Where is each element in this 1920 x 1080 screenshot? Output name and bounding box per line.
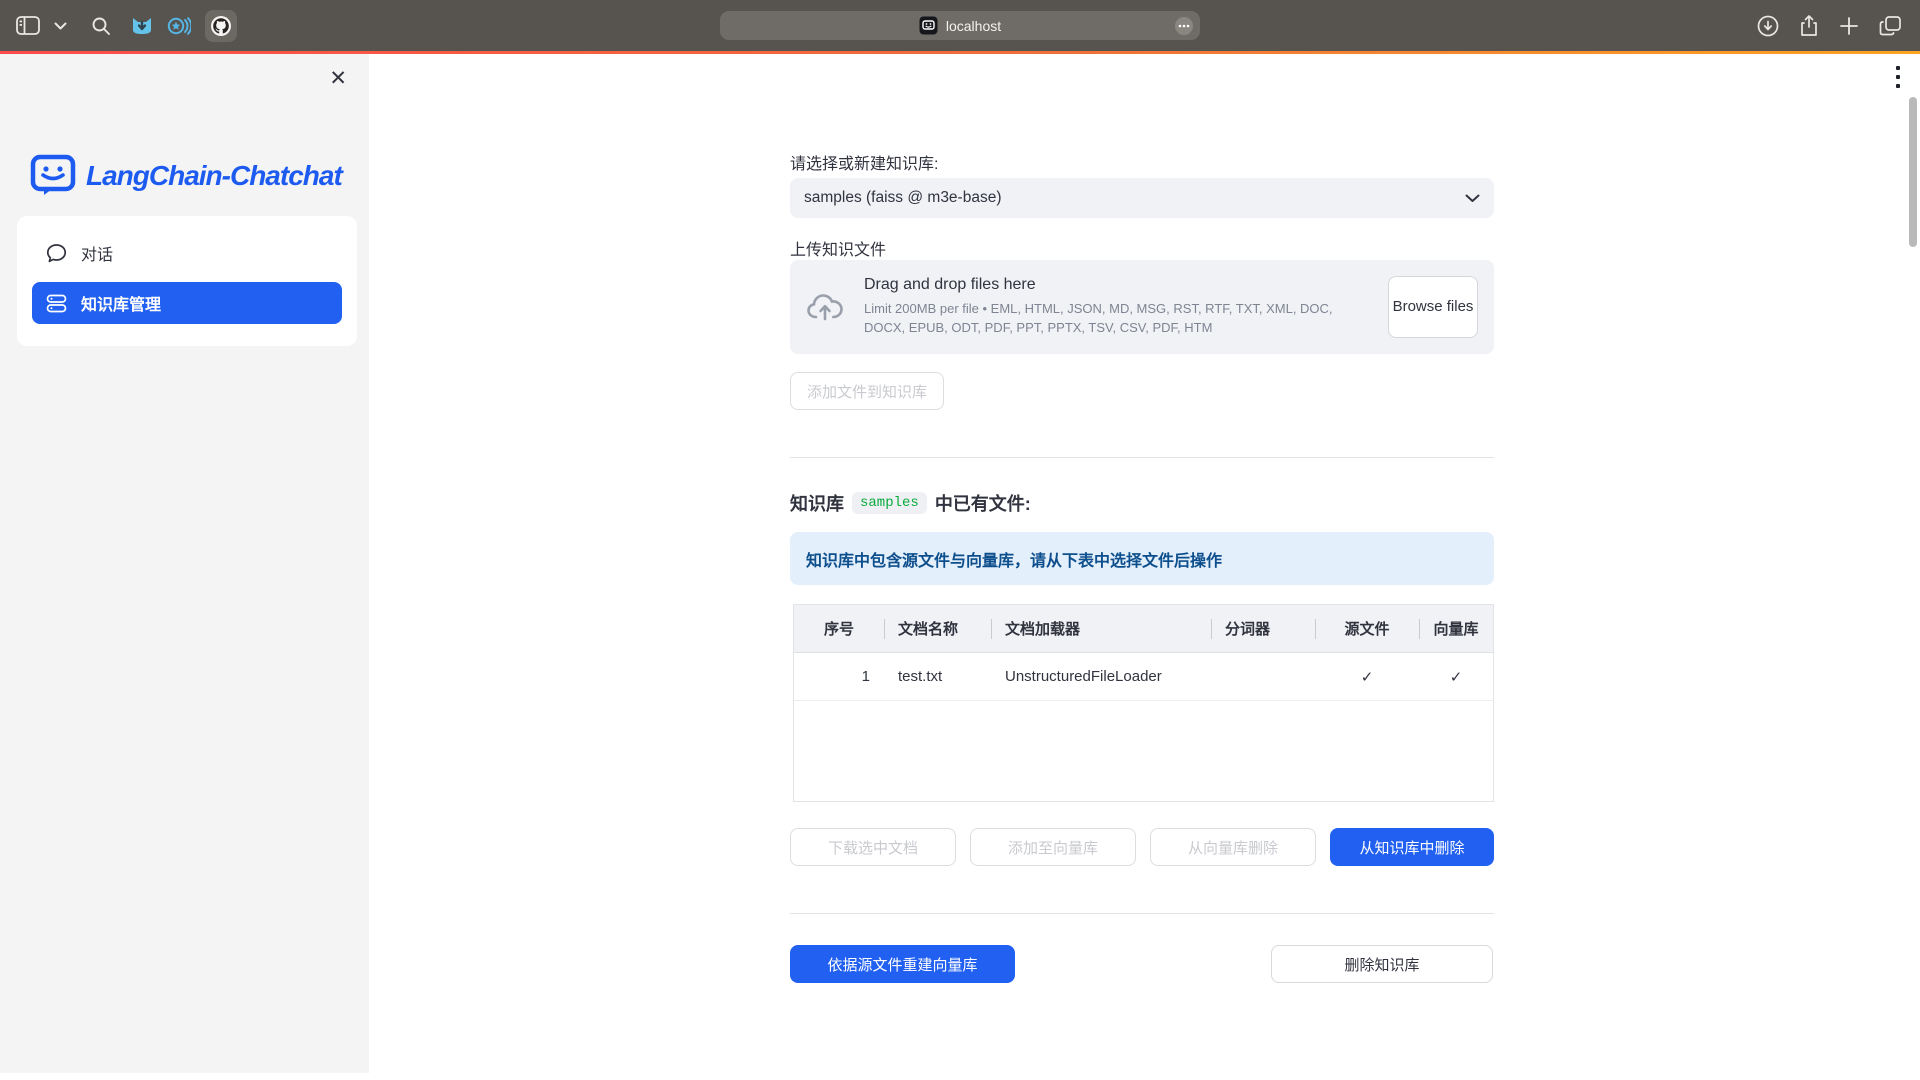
col-header-index: 序号 <box>794 605 884 652</box>
kb-selected-value: samples (faiss @ m3e-base) <box>804 189 1465 207</box>
kb-selectbox[interactable]: samples (faiss @ m3e-base) <box>790 178 1494 218</box>
rings-extension-icon[interactable] <box>167 15 191 37</box>
cell-loader: UnstructuredFileLoader <box>991 653 1211 700</box>
cell-name: test.txt <box>884 653 991 700</box>
delete-from-kb-button[interactable]: 从知识库中删除 <box>1330 828 1494 866</box>
scrollbar-thumb[interactable] <box>1909 97 1917 247</box>
browser-toolbar: localhost <box>0 0 1920 51</box>
table-row[interactable]: 1 test.txt UnstructuredFileLoader ✓ ✓ <box>794 653 1493 701</box>
add-files-to-kb-button[interactable]: 添加文件到知识库 <box>790 372 944 410</box>
info-banner: 知识库中包含源文件与向量库，请从下表中选择文件后操作 <box>790 532 1494 585</box>
delete-from-vectorstore-button[interactable]: 从向量库删除 <box>1150 828 1316 866</box>
dropzone-text: Drag and drop files here Limit 200MB per… <box>864 276 1334 338</box>
app-logo: LangChain-Chatchat <box>30 154 342 198</box>
sidebar-item-label: 对话 <box>81 241 113 265</box>
dropzone-title: Drag and drop files here <box>864 276 1334 294</box>
sidebar: ✕ LangChain-Chatchat 对话 知识库管理 <box>0 54 369 1073</box>
sidebar-toggle-icon[interactable] <box>16 16 40 35</box>
github-extension-icon[interactable] <box>205 10 237 42</box>
col-header-vector: 向量库 <box>1419 605 1493 652</box>
new-tab-icon[interactable] <box>1839 16 1859 36</box>
browse-files-button[interactable]: Browse files <box>1388 276 1478 338</box>
download-manager-extension-icon[interactable] <box>131 15 153 37</box>
col-header-loader: 文档加载器 <box>991 605 1211 652</box>
app-menu-kebab-icon[interactable] <box>1891 66 1905 88</box>
cell-index: 1 <box>794 653 884 700</box>
sidebar-chevron-icon[interactable] <box>54 22 67 30</box>
sidebar-close-icon[interactable]: ✕ <box>329 68 347 89</box>
kb-files-table: 序号 文档名称 文档加载器 分词器 源文件 向量库 1 test.txt Uns… <box>793 604 1494 802</box>
search-icon[interactable] <box>91 16 111 36</box>
cell-source-check: ✓ <box>1315 653 1419 700</box>
kb-name-code: samples <box>852 492 927 514</box>
delete-kb-button[interactable]: 删除知识库 <box>1271 945 1493 983</box>
chevron-down-icon <box>1465 194 1480 203</box>
main-content: 请选择或新建知识库: samples (faiss @ m3e-base) 上传… <box>790 54 1494 1080</box>
add-to-vectorstore-button[interactable]: 添加至向量库 <box>970 828 1136 866</box>
toolbar-right-group <box>1757 0 1902 51</box>
col-header-name: 文档名称 <box>884 605 991 652</box>
upload-label: 上传知识文件 <box>790 236 886 260</box>
table-header-row: 序号 文档名称 文档加载器 分词器 源文件 向量库 <box>794 605 1493 653</box>
toolbar-left-group <box>16 0 237 51</box>
info-banner-text: 知识库中包含源文件与向量库，请从下表中选择文件后操作 <box>806 547 1222 571</box>
site-favicon <box>919 16 938 35</box>
screen: localhost ✕ <box>0 0 1920 1080</box>
page-download-icon[interactable] <box>1757 15 1779 37</box>
share-icon[interactable] <box>1799 14 1819 38</box>
divider <box>790 913 1494 914</box>
address-bar[interactable]: localhost <box>720 11 1200 40</box>
kb-select-label: 请选择或新建知识库: <box>790 150 938 174</box>
rebuild-vectorstore-button[interactable]: 依据源文件重建向量库 <box>790 945 1015 983</box>
address-url: localhost <box>946 18 1001 34</box>
file-dropzone[interactable]: Drag and drop files here Limit 200MB per… <box>790 260 1494 354</box>
logo-smiley-icon <box>30 154 76 198</box>
cell-vector-check: ✓ <box>1419 653 1493 700</box>
sidebar-item-label: 知识库管理 <box>81 291 161 315</box>
sidebar-nav: 对话 知识库管理 <box>17 216 357 346</box>
extensions-menu-icon[interactable] <box>1175 17 1193 35</box>
sidebar-item-kb-management[interactable]: 知识库管理 <box>32 282 342 324</box>
heading-prefix: 知识库 <box>790 490 844 516</box>
kb-files-heading: 知识库 samples 中已有文件: <box>790 490 1031 516</box>
cloud-upload-icon <box>806 291 844 323</box>
download-selected-button[interactable]: 下载选中文档 <box>790 828 956 866</box>
dropzone-hint: Limit 200MB per file • EML, HTML, JSON, … <box>864 300 1334 338</box>
file-action-buttons: 下载选中文档 添加至向量库 从向量库删除 从知识库中删除 <box>790 828 1494 866</box>
col-header-source: 源文件 <box>1315 605 1419 652</box>
tab-overview-icon[interactable] <box>1879 15 1902 37</box>
chat-bubble-icon <box>46 243 67 264</box>
cell-splitter <box>1211 653 1315 700</box>
col-header-splitter: 分词器 <box>1211 605 1315 652</box>
database-icon <box>46 294 67 313</box>
heading-suffix: 中已有文件: <box>935 490 1031 516</box>
logo-text: LangChain-Chatchat <box>86 160 342 192</box>
sidebar-item-dialogue[interactable]: 对话 <box>32 232 342 274</box>
divider <box>790 457 1494 458</box>
